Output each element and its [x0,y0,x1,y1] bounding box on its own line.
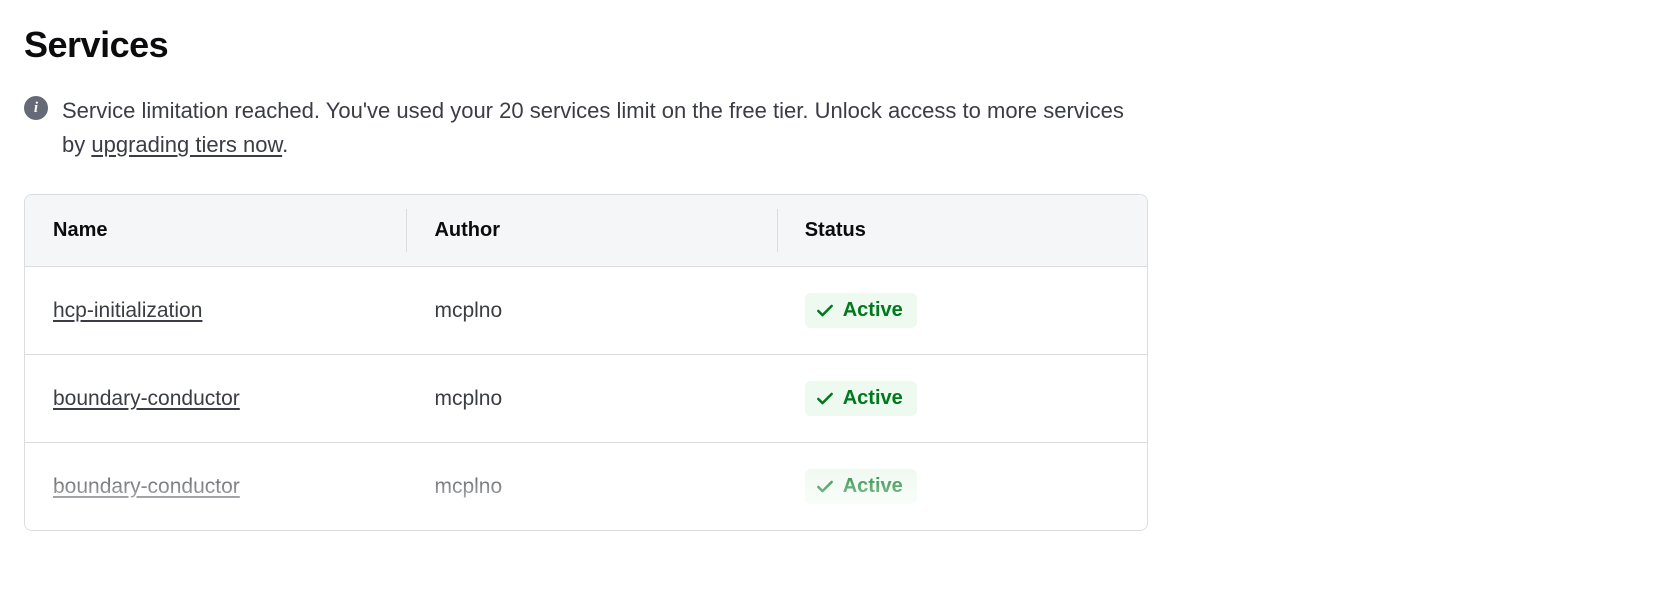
service-name-link[interactable]: hcp-initialization [53,299,202,322]
status-label: Active [843,475,903,498]
service-author: mcplno [406,443,776,531]
table-row: hcp-initialization mcplno Active [25,267,1147,355]
column-header-status: Status [777,195,1147,267]
services-table: Name Author Status hcp-initialization mc… [24,194,1148,531]
service-name-link[interactable]: boundary-conductor [53,387,240,410]
check-icon [815,477,835,497]
check-icon [815,389,835,409]
status-label: Active [843,299,903,322]
check-icon [815,301,835,321]
service-name-link[interactable]: boundary-conductor [53,475,240,498]
column-header-author: Author [406,195,776,267]
status-label: Active [843,387,903,410]
table-row: boundary-conductor mcplno Active [25,355,1147,443]
info-icon: i [24,96,48,120]
alert-text: Service limitation reached. You've used … [62,94,1128,162]
page-title: Services [24,24,1648,66]
status-badge: Active [805,381,917,416]
service-limit-alert: i Service limitation reached. You've use… [24,94,1128,162]
column-header-name: Name [25,195,406,267]
status-badge: Active [805,293,917,328]
alert-text-after: . [282,132,288,157]
service-author: mcplno [406,355,776,443]
table-row: boundary-conductor mcplno Active [25,443,1147,531]
service-author: mcplno [406,267,776,355]
status-badge: Active [805,469,917,504]
upgrade-link[interactable]: upgrading tiers now [91,132,282,157]
